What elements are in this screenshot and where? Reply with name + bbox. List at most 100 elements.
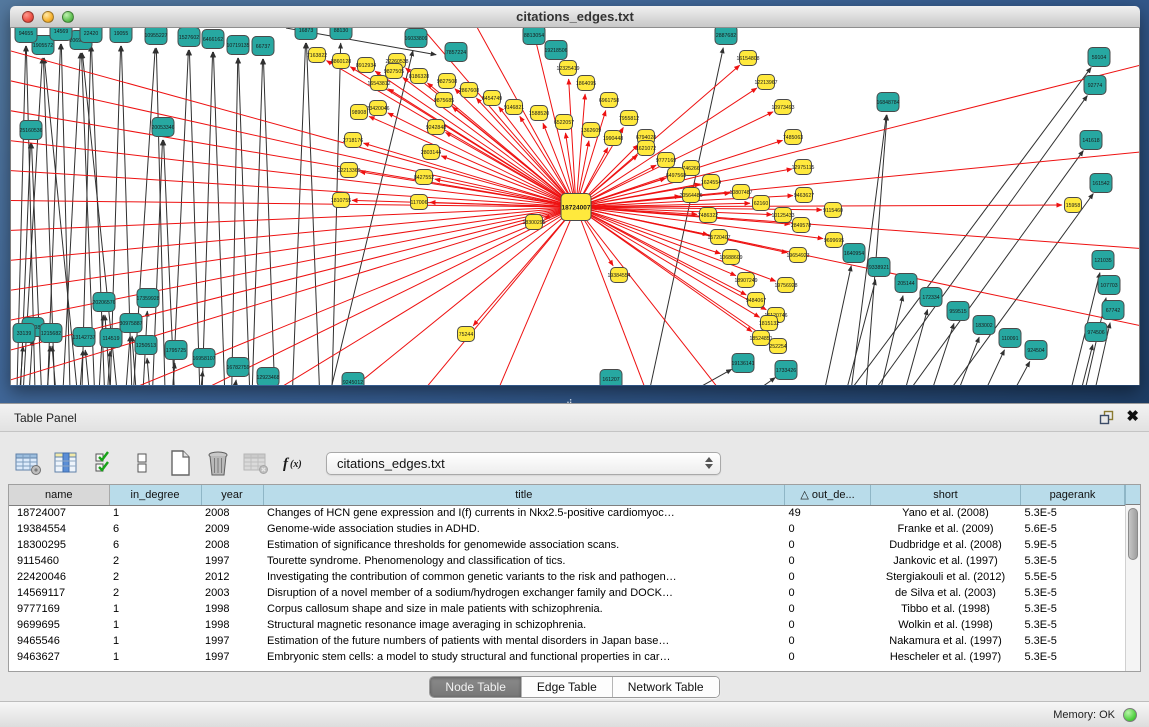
graph-node[interactable]: 974506 — [1085, 323, 1107, 342]
graph-node[interactable]: 924504 — [1025, 341, 1047, 360]
table-select-dropdown[interactable]: citations_edges.txt — [326, 452, 721, 475]
graph-node[interactable]: 1864095 — [576, 76, 596, 91]
graph-node[interactable]: 13142737 — [72, 328, 95, 347]
graph-node[interactable]: 110091 — [999, 329, 1021, 348]
graph-node[interactable]: 19136141 — [731, 354, 754, 373]
table-row[interactable]: 1830029562008Estimation of significance … — [9, 537, 1125, 553]
graph-node[interactable]: 7955812 — [619, 111, 639, 126]
create-new-column-button[interactable] — [164, 447, 196, 479]
graph-node[interactable]: 94655 — [15, 28, 37, 43]
graph-node[interactable]: 172334 — [920, 288, 942, 307]
column-header-pagerank[interactable]: pagerank — [1021, 485, 1125, 505]
graph-node[interactable]: 9463627 — [794, 188, 814, 203]
graph-node[interactable]: 9146821 — [504, 100, 524, 115]
graph-node[interactable]: 19055 — [110, 28, 132, 43]
graph-node[interactable]: 10807487 — [729, 185, 752, 200]
graph-node[interactable]: 20053346 — [151, 118, 174, 137]
table-row[interactable]: 946554611997Estimation of the future num… — [9, 633, 1125, 649]
graph-node[interactable]: 9245012 — [342, 373, 364, 386]
column-header-title[interactable]: title — [263, 485, 785, 505]
table-row[interactable]: 946362711997Embryonic stem cells: a mode… — [9, 649, 1125, 665]
graph-node[interactable]: 18907249 — [734, 273, 757, 288]
graph-node[interactable]: 14569 — [50, 28, 72, 41]
graph-node[interactable]: 12975115 — [792, 160, 815, 175]
graph-node[interactable]: 6961758 — [599, 93, 619, 108]
graph-node[interactable]: 19756928 — [774, 278, 797, 293]
graph-node[interactable]: 2867608 — [459, 83, 479, 98]
graph-node[interactable]: 141618 — [1080, 131, 1102, 150]
graph-node[interactable]: 6497568 — [666, 168, 686, 183]
graph-node[interactable]: 16154808 — [736, 51, 759, 66]
graph-node[interactable]: 19218506 — [544, 41, 567, 60]
tab-network-table[interactable]: Network Table — [613, 677, 719, 697]
graph-node[interactable]: 107703 — [1098, 276, 1120, 295]
graph-node[interactable]: 6466162 — [202, 30, 224, 49]
graph-node[interactable]: 252254 — [769, 339, 786, 354]
graph-node[interactable]: 59104 — [1088, 48, 1110, 67]
graph-node[interactable]: 9699695 — [824, 233, 844, 248]
graph-node[interactable]: 8813054 — [523, 28, 545, 45]
table-row[interactable]: 969969511998Structural magnetic resonanc… — [9, 617, 1125, 633]
graph-node[interactable]: 1990448 — [603, 131, 623, 146]
show-selected-columns-button[interactable] — [88, 447, 120, 479]
column-header-name[interactable]: name — [9, 485, 109, 505]
table-row[interactable]: 1938455462009Genome-wide association stu… — [9, 521, 1125, 537]
graph-node[interactable]: 9115460 — [823, 203, 843, 218]
graph-node[interactable]: 1795725 — [165, 341, 187, 360]
graph-node[interactable]: 9827508 — [437, 74, 457, 89]
graph-node[interactable]: 10719135 — [226, 36, 249, 55]
graph-node[interactable]: 117006 — [411, 195, 428, 210]
column-header-in_degree[interactable]: in_degree — [109, 485, 201, 505]
table-settings-button[interactable] — [12, 447, 44, 479]
graph-node[interactable]: 10125433 — [771, 208, 794, 223]
graph-node[interactable]: 12325419 — [556, 61, 579, 76]
graph-node[interactable]: 12213369 — [337, 163, 360, 178]
graph-node[interactable]: 19654923 — [786, 248, 809, 263]
delete-column-button[interactable] — [202, 447, 234, 479]
graph-node[interactable]: 1624554 — [701, 175, 721, 190]
graph-node[interactable]: 959515 — [947, 302, 969, 321]
graph-node[interactable]: 8186328 — [409, 69, 429, 84]
graph-node[interactable]: 20564486 — [679, 188, 702, 203]
graph-node[interactable]: 1527602 — [178, 28, 200, 47]
graph-node[interactable]: 88130 — [330, 28, 352, 40]
graph-node[interactable]: 9875685 — [434, 93, 454, 108]
graph-node[interactable]: 121035 — [1092, 251, 1114, 270]
graph-node[interactable]: 7163822 — [307, 48, 327, 63]
graph-node[interactable]: 18724007 — [561, 194, 591, 221]
graph-node[interactable]: 114519 — [100, 329, 122, 348]
graph-node[interactable]: 183002 — [973, 316, 995, 335]
graph-node[interactable]: 1810755 — [331, 193, 351, 208]
graph-node[interactable]: 15958 — [1065, 198, 1082, 213]
network-canvas[interactable]: 1905572206914061095522715276026466162107… — [10, 28, 1140, 385]
graph-node[interactable]: 30975887 — [119, 314, 142, 333]
table-row[interactable]: 2242004622012Investigating the contribut… — [9, 569, 1125, 585]
graph-node[interactable]: 75244 — [458, 327, 475, 342]
graph-node[interactable]: 205144 — [895, 274, 917, 293]
table-row[interactable]: 1872400712008Changes of HCN gene express… — [9, 505, 1125, 521]
graph-node[interactable]: 67742 — [1102, 301, 1124, 320]
graph-node[interactable]: 1250513 — [135, 336, 157, 355]
table-row[interactable]: 977716911998Corpus callosum shape and si… — [9, 601, 1125, 617]
graph-node[interactable]: 9242848 — [426, 120, 446, 135]
graph-node[interactable]: 17359928 — [136, 289, 159, 308]
graph-node[interactable]: 23420046 — [366, 101, 389, 116]
graph-node[interactable]: 10955227 — [144, 28, 167, 45]
graph-node[interactable]: 92774 — [1084, 76, 1106, 95]
graph-node[interactable]: 2718176 — [343, 133, 363, 148]
float-panel-button[interactable] — [1099, 410, 1114, 425]
column-header-out_de[interactable]: △ out_de... — [785, 485, 871, 505]
graph-node[interactable]: 161207 — [600, 370, 622, 386]
vertical-scrollbar[interactable] — [1125, 505, 1140, 671]
graph-node[interactable]: 12213967 — [754, 75, 777, 90]
graph-node[interactable]: 10688609 — [719, 250, 742, 265]
graph-node[interactable]: 1588520 — [529, 106, 549, 121]
graph-node[interactable]: 16848784 — [876, 93, 899, 112]
graph-node[interactable]: 25160536 — [19, 121, 42, 140]
tab-node-table[interactable]: Node Table — [430, 677, 522, 697]
graph-node[interactable]: 1362609 — [581, 123, 601, 138]
graph-node[interactable]: 66737 — [252, 37, 274, 56]
graph-node[interactable]: 1640954 — [843, 244, 865, 263]
graph-node[interactable]: 22420 — [80, 28, 102, 43]
graph-node[interactable]: 16958107 — [192, 349, 215, 368]
